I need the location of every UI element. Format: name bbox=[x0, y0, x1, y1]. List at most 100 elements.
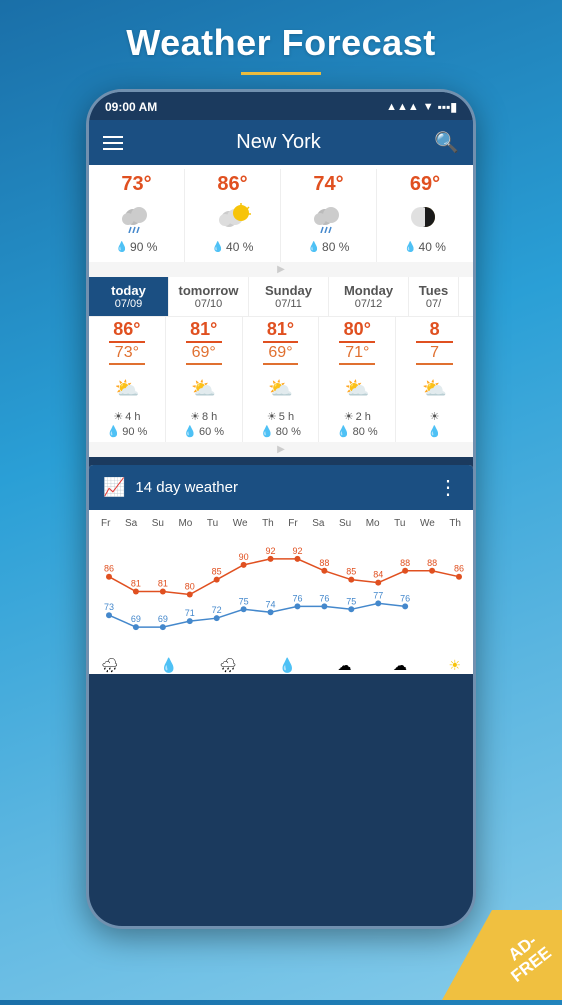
daily-sun-3: ☀ 2 h bbox=[344, 410, 371, 423]
daily-scroll-right[interactable]: ▶ bbox=[277, 444, 285, 455]
chart-area: Fr Sa Su Mo Tu We Th Fr Sa Su Mo Tu We T… bbox=[89, 510, 473, 674]
chart-bottom-icons: 🌧 💧 🌧 💧 ☁ ☁ ☀ bbox=[99, 657, 463, 674]
svg-text:92: 92 bbox=[266, 546, 276, 556]
daily-section: today 07/09 tomorrow 07/10 Sunday 07/11 … bbox=[89, 277, 473, 457]
daily-tab-tuesday[interactable]: Tues 07/ bbox=[409, 277, 459, 316]
hamburger-menu[interactable] bbox=[103, 136, 123, 150]
daily-tab-sunday[interactable]: Sunday 07/11 bbox=[249, 277, 329, 316]
hourly-icon-1 bbox=[189, 200, 276, 236]
svg-text:81: 81 bbox=[131, 579, 141, 589]
daily-sun-0: ☀ 4 h bbox=[113, 410, 140, 423]
page-title: Weather Forecast bbox=[126, 22, 435, 64]
svg-text:90: 90 bbox=[239, 552, 249, 562]
svg-text:85: 85 bbox=[212, 567, 222, 577]
svg-text:75: 75 bbox=[346, 596, 356, 606]
hourly-col-3: 69° bbox=[377, 169, 473, 262]
daily-sun-2: ☀ 5 h bbox=[267, 410, 294, 423]
hourly-section: 73° 💧 90 % 86° bbox=[89, 165, 473, 277]
scroll-right-arrow[interactable]: ▶ bbox=[277, 264, 285, 275]
hourly-rain-1: 💧 40 % bbox=[189, 240, 276, 258]
city-name: New York bbox=[236, 131, 321, 154]
svg-text:76: 76 bbox=[319, 593, 329, 603]
svg-text:74: 74 bbox=[266, 599, 276, 609]
daily-rain-3: 💧 80 % bbox=[337, 423, 378, 440]
hourly-col-1: 86° 💧 40 % bbox=[185, 169, 281, 262]
daily-rain-4: 💧 bbox=[428, 423, 442, 440]
svg-text:92: 92 bbox=[292, 546, 302, 556]
daily-col-2: 81° 69° ⛅ ☀ 5 h 💧 80 % bbox=[243, 317, 320, 442]
svg-text:88: 88 bbox=[400, 558, 410, 568]
svg-text:76: 76 bbox=[292, 593, 302, 603]
forecast14-label: 14 day weather bbox=[135, 479, 238, 496]
hourly-temp-3: 69° bbox=[381, 173, 469, 196]
search-icon[interactable]: 🔍 bbox=[434, 130, 459, 155]
title-underline bbox=[241, 72, 321, 75]
svg-text:80: 80 bbox=[185, 581, 195, 591]
forecast14-title-group: 📈 14 day weather bbox=[103, 477, 238, 498]
daily-divider: ▶ bbox=[89, 442, 473, 457]
hourly-temp-1: 86° bbox=[189, 173, 276, 196]
daily-icon-4: ⛅ bbox=[422, 370, 447, 406]
daily-sun-4: ☀ bbox=[430, 410, 440, 423]
svg-text:81: 81 bbox=[158, 579, 168, 589]
phone-frame: 09:00 AM ▲▲▲ ▼ ▪▪▪▮ New York 🔍 73° bbox=[86, 89, 476, 929]
daily-data: 86° 73° ⛅ ☀ 4 h 💧 90 % 81° 69° ⛅ ☀ 8 h 💧… bbox=[89, 317, 473, 442]
daily-rain-1: 💧 60 % bbox=[183, 423, 224, 440]
hourly-col-0: 73° 💧 90 % bbox=[89, 169, 185, 262]
daily-tab-today[interactable]: today 07/09 bbox=[89, 277, 169, 316]
forecast14-header: 📈 14 day weather ⋮ bbox=[89, 465, 473, 510]
signal-icon: ▲▲▲ bbox=[386, 101, 419, 113]
hourly-col-2: 74° 💧 80 % bbox=[281, 169, 377, 262]
hourly-grid: 73° 💧 90 % 86° bbox=[89, 169, 473, 262]
svg-text:72: 72 bbox=[212, 605, 222, 615]
svg-text:75: 75 bbox=[239, 596, 249, 606]
top-nav: New York 🔍 bbox=[89, 120, 473, 165]
svg-text:84: 84 bbox=[373, 570, 383, 580]
daily-icon-2: ⛅ bbox=[268, 370, 293, 406]
hourly-rain-3: 💧 40 % bbox=[381, 240, 469, 258]
wifi-icon: ▼ bbox=[423, 101, 434, 113]
hourly-temp-2: 74° bbox=[285, 173, 372, 196]
daily-icon-3: ⛅ bbox=[345, 370, 370, 406]
daily-rain-0: 💧 90 % bbox=[107, 423, 148, 440]
svg-text:69: 69 bbox=[131, 614, 141, 624]
svg-text:77: 77 bbox=[373, 590, 383, 600]
daily-tabs: today 07/09 tomorrow 07/10 Sunday 07/11 … bbox=[89, 277, 473, 317]
svg-text:86: 86 bbox=[104, 564, 114, 574]
hourly-icon-2 bbox=[285, 200, 372, 236]
daily-col-3: 80° 71° ⛅ ☀ 2 h 💧 80 % bbox=[319, 317, 396, 442]
daily-icon-0: ⛅ bbox=[114, 370, 139, 406]
hourly-rain-2: 💧 80 % bbox=[285, 240, 372, 258]
svg-text:88: 88 bbox=[427, 558, 437, 568]
daily-col-1: 81° 69° ⛅ ☀ 8 h 💧 60 % bbox=[166, 317, 243, 442]
daily-sun-1: ☀ 8 h bbox=[190, 410, 217, 423]
ad-free-badge: AD- FREE bbox=[442, 910, 562, 1000]
daily-rain-2: 💧 80 % bbox=[260, 423, 301, 440]
chart-svg-container: 86 81 81 80 85 90 92 92 88 85 84 88 88 86 73 69 69 71 72 75… bbox=[99, 533, 463, 653]
status-bar: 09:00 AM ▲▲▲ ▼ ▪▪▪▮ bbox=[89, 92, 473, 120]
forecast14-section: 📈 14 day weather ⋮ Fr Sa Su Mo Tu We Th … bbox=[89, 465, 473, 674]
svg-text:73: 73 bbox=[104, 602, 114, 612]
more-options-icon[interactable]: ⋮ bbox=[438, 475, 459, 500]
daily-col-0: 86° 73° ⛅ ☀ 4 h 💧 90 % bbox=[89, 317, 166, 442]
svg-text:88: 88 bbox=[319, 558, 329, 568]
chart-day-labels: Fr Sa Su Mo Tu We Th Fr Sa Su Mo Tu We T… bbox=[99, 518, 463, 529]
battery-icon: ▪▪▪▮ bbox=[438, 100, 457, 114]
daily-tab-tomorrow[interactable]: tomorrow 07/10 bbox=[169, 277, 249, 316]
daily-tab-monday[interactable]: Monday 07/12 bbox=[329, 277, 409, 316]
weather-svg-chart: 86 81 81 80 85 90 92 92 88 85 84 88 88 86 73 69 69 71 72 75… bbox=[99, 533, 469, 653]
svg-text:76: 76 bbox=[400, 593, 410, 603]
svg-text:86: 86 bbox=[454, 564, 464, 574]
svg-text:85: 85 bbox=[346, 567, 356, 577]
svg-text:71: 71 bbox=[185, 608, 195, 618]
svg-text:69: 69 bbox=[158, 614, 168, 624]
hourly-icon-0 bbox=[93, 200, 180, 236]
daily-col-4: 8 7 ⛅ ☀ 💧 bbox=[396, 317, 473, 442]
daily-icon-1: ⛅ bbox=[191, 370, 216, 406]
hourly-icon-3 bbox=[381, 200, 469, 236]
status-time: 09:00 AM bbox=[105, 100, 157, 114]
hourly-divider: ▶ bbox=[89, 262, 473, 277]
hourly-rain-0: 💧 90 % bbox=[93, 240, 180, 258]
status-icons: ▲▲▲ ▼ ▪▪▪▮ bbox=[386, 100, 457, 114]
chart-line-icon: 📈 bbox=[103, 477, 125, 498]
